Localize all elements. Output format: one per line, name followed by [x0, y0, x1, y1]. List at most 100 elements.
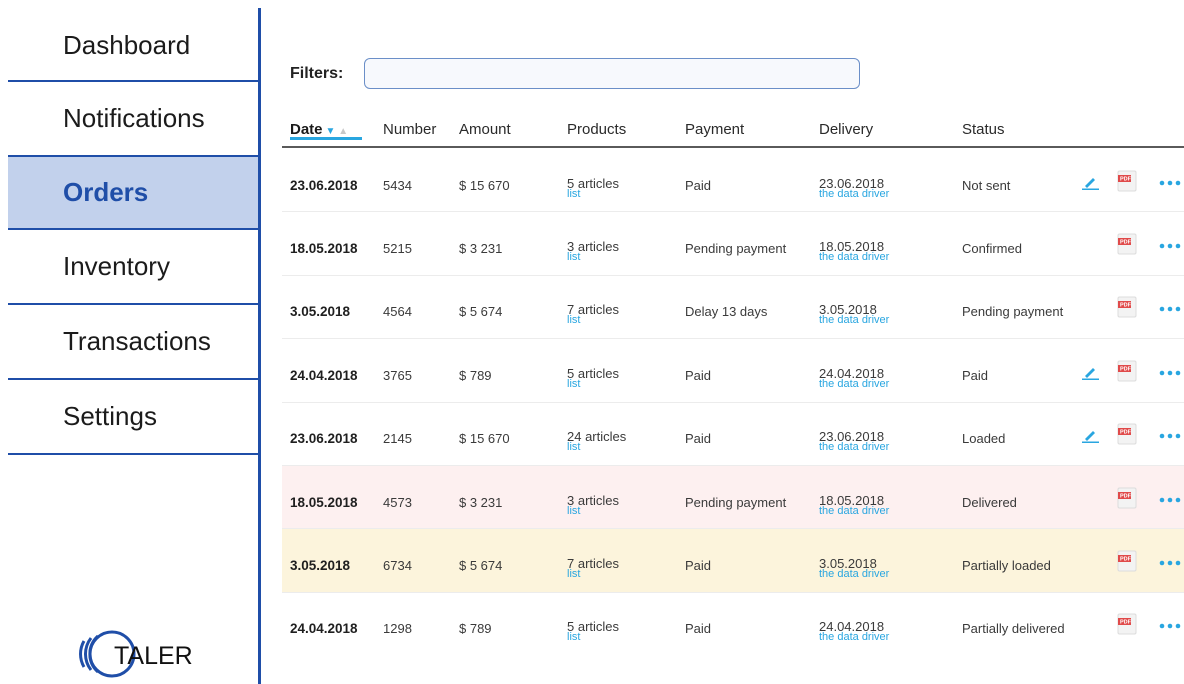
- more-dots-icon[interactable]: [1159, 179, 1181, 187]
- order-number: 4573: [383, 494, 412, 510]
- table-header: Date ▼ ▲ Number Amount Products Payment D…: [282, 114, 1184, 148]
- main-content: Filters: Date ▼ ▲ Number Amount Products …: [282, 0, 1184, 684]
- more-dots-icon[interactable]: [1159, 622, 1181, 630]
- order-amount: $ 15 670: [459, 431, 510, 447]
- order-payment: Delay 13 days: [685, 304, 768, 320]
- table-row[interactable]: 18.05.2018 4573 $ 3 231 3 articles list …: [282, 465, 1184, 530]
- order-date: 23.06.2018: [290, 431, 358, 447]
- order-status: Delivered: [962, 494, 1017, 510]
- order-status: Loaded: [962, 431, 1006, 447]
- delivery-driver-link[interactable]: the data driver: [819, 252, 889, 263]
- pdf-file-icon[interactable]: PDF: [1117, 360, 1137, 382]
- order-payment: Paid: [685, 558, 712, 574]
- edit-pencil-icon[interactable]: [1082, 366, 1100, 380]
- svg-text:PDF: PDF: [1120, 366, 1132, 372]
- sidebar: Dashboard Notifications Orders Inventory…: [8, 8, 258, 684]
- order-number: 4564: [383, 304, 412, 320]
- column-header-products[interactable]: Products: [567, 121, 626, 138]
- more-dots-icon[interactable]: [1159, 369, 1181, 377]
- sort-up-icon: ▲: [335, 126, 349, 137]
- order-status: Not sent: [962, 177, 1011, 193]
- sidebar-item-dashboard[interactable]: Dashboard: [8, 8, 258, 82]
- active-sort-underline: [290, 137, 362, 140]
- pdf-file-icon[interactable]: PDF: [1117, 613, 1137, 635]
- logo-text: TALER: [114, 642, 193, 670]
- orders-table-body: 23.06.2018 5434 $ 15 670 5 articles list…: [282, 149, 1184, 656]
- column-header-date[interactable]: Date ▼ ▲: [290, 121, 362, 140]
- order-products: 5 articles list: [567, 367, 619, 390]
- sort-down-icon: ▼: [325, 126, 336, 137]
- table-row[interactable]: 24.04.2018 1298 $ 789 5 articles list Pa…: [282, 593, 1184, 656]
- order-delivery: 3.05.2018 the data driver: [819, 303, 889, 326]
- pdf-file-icon[interactable]: PDF: [1117, 423, 1137, 445]
- pdf-file-icon[interactable]: PDF: [1117, 550, 1137, 572]
- order-amount: $ 5 674: [459, 304, 503, 320]
- delivery-driver-link[interactable]: the data driver: [819, 315, 889, 326]
- table-row[interactable]: 3.05.2018 6734 $ 5 674 7 articles list P…: [282, 529, 1184, 593]
- order-products: 24 articles list: [567, 430, 626, 453]
- order-products: 3 articles list: [567, 494, 619, 517]
- sidebar-item-transactions[interactable]: Transactions: [8, 305, 258, 380]
- delivery-driver-link[interactable]: the data driver: [819, 378, 889, 390]
- svg-text:PDF: PDF: [1120, 430, 1132, 436]
- filters-bar: Filters:: [290, 58, 860, 89]
- edit-pencil-icon[interactable]: [1082, 176, 1100, 190]
- order-number: 1298: [383, 621, 412, 637]
- order-status: Partially delivered: [962, 621, 1065, 637]
- more-dots-icon[interactable]: [1159, 496, 1181, 504]
- order-date: 3.05.2018: [290, 558, 351, 574]
- order-delivery: 23.06.2018 the data driver: [819, 430, 889, 453]
- svg-text:PDF: PDF: [1120, 557, 1132, 563]
- delivery-driver-link[interactable]: the data driver: [819, 505, 889, 517]
- column-header-amount[interactable]: Amount: [459, 121, 511, 138]
- order-delivery: 3.05.2018 the data driver: [819, 557, 889, 580]
- order-status: Partially loaded: [962, 558, 1051, 574]
- more-dots-icon[interactable]: [1159, 242, 1181, 250]
- order-number: 3765: [383, 367, 412, 383]
- svg-text:PDF: PDF: [1120, 176, 1132, 182]
- more-dots-icon[interactable]: [1159, 305, 1181, 313]
- pdf-file-icon[interactable]: PDF: [1117, 487, 1137, 509]
- order-amount: $ 789: [459, 621, 492, 637]
- sidebar-item-notifications[interactable]: Notifications: [8, 82, 258, 157]
- order-products: 7 articles list: [567, 557, 619, 580]
- pdf-file-icon[interactable]: PDF: [1117, 170, 1137, 192]
- delivery-driver-link[interactable]: the data driver: [819, 569, 889, 580]
- order-date: 23.06.2018: [290, 177, 358, 193]
- pdf-file-icon[interactable]: PDF: [1117, 296, 1137, 318]
- column-header-status[interactable]: Status: [962, 121, 1005, 138]
- svg-text:PDF: PDF: [1120, 620, 1132, 626]
- order-payment: Pending payment: [685, 241, 787, 257]
- order-status: Pending payment: [962, 304, 1064, 320]
- table-row[interactable]: 23.06.2018 5434 $ 15 670 5 articles list…: [282, 149, 1184, 213]
- table-row[interactable]: 18.05.2018 5215 $ 3 231 3 articles list …: [282, 212, 1184, 276]
- order-products: 3 articles list: [567, 240, 619, 263]
- order-delivery: 24.04.2018 the data driver: [819, 367, 889, 390]
- order-payment: Paid: [685, 431, 712, 447]
- order-payment: Paid: [685, 621, 712, 637]
- delivery-driver-link[interactable]: the data driver: [819, 632, 889, 643]
- table-row[interactable]: 3.05.2018 4564 $ 5 674 7 articles list D…: [282, 276, 1184, 340]
- more-dots-icon[interactable]: [1159, 432, 1181, 440]
- table-row[interactable]: 24.04.2018 3765 $ 789 5 articles list Pa…: [282, 339, 1184, 403]
- delivery-driver-link[interactable]: the data driver: [819, 188, 889, 200]
- order-products: 7 articles list: [567, 303, 619, 326]
- edit-pencil-icon[interactable]: [1082, 429, 1100, 444]
- delivery-driver-link[interactable]: the data driver: [819, 442, 889, 453]
- sidebar-item-orders[interactable]: Orders: [8, 155, 258, 230]
- table-row[interactable]: 23.06.2018 2145 $ 15 670 24 articles lis…: [282, 403, 1184, 466]
- column-header-delivery[interactable]: Delivery: [819, 121, 873, 138]
- pdf-file-icon[interactable]: PDF: [1117, 233, 1137, 255]
- column-header-number[interactable]: Number: [383, 121, 436, 138]
- sidebar-item-settings[interactable]: Settings: [8, 380, 258, 455]
- filters-label: Filters:: [290, 64, 344, 82]
- sidebar-item-inventory[interactable]: Inventory: [8, 230, 258, 305]
- order-amount: $ 3 231: [459, 494, 503, 510]
- filters-input[interactable]: [364, 58, 860, 89]
- svg-text:PDF: PDF: [1120, 303, 1132, 309]
- column-header-payment[interactable]: Payment: [685, 121, 744, 138]
- sidebar-nav: Dashboard Notifications Orders Inventory…: [8, 8, 258, 455]
- svg-text:PDF: PDF: [1120, 493, 1132, 499]
- order-products: 5 articles list: [567, 177, 619, 200]
- more-dots-icon[interactable]: [1159, 559, 1181, 567]
